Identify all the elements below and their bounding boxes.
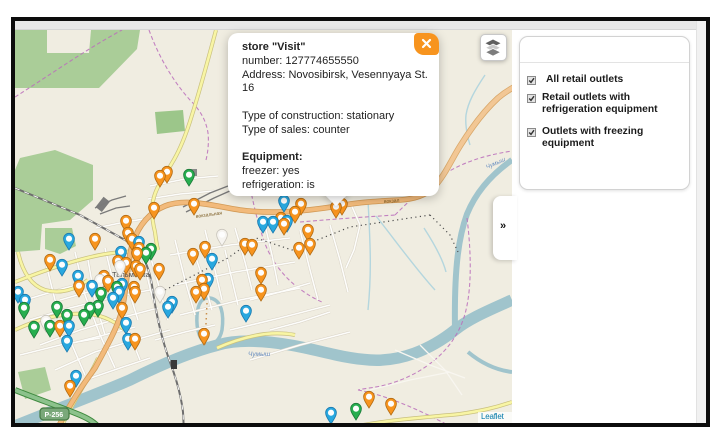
svg-text:вокзал: вокзал [384, 198, 400, 205]
svg-text:Чумыш: Чумыш [248, 351, 271, 358]
svg-text:P-256: P-256 [45, 412, 64, 419]
